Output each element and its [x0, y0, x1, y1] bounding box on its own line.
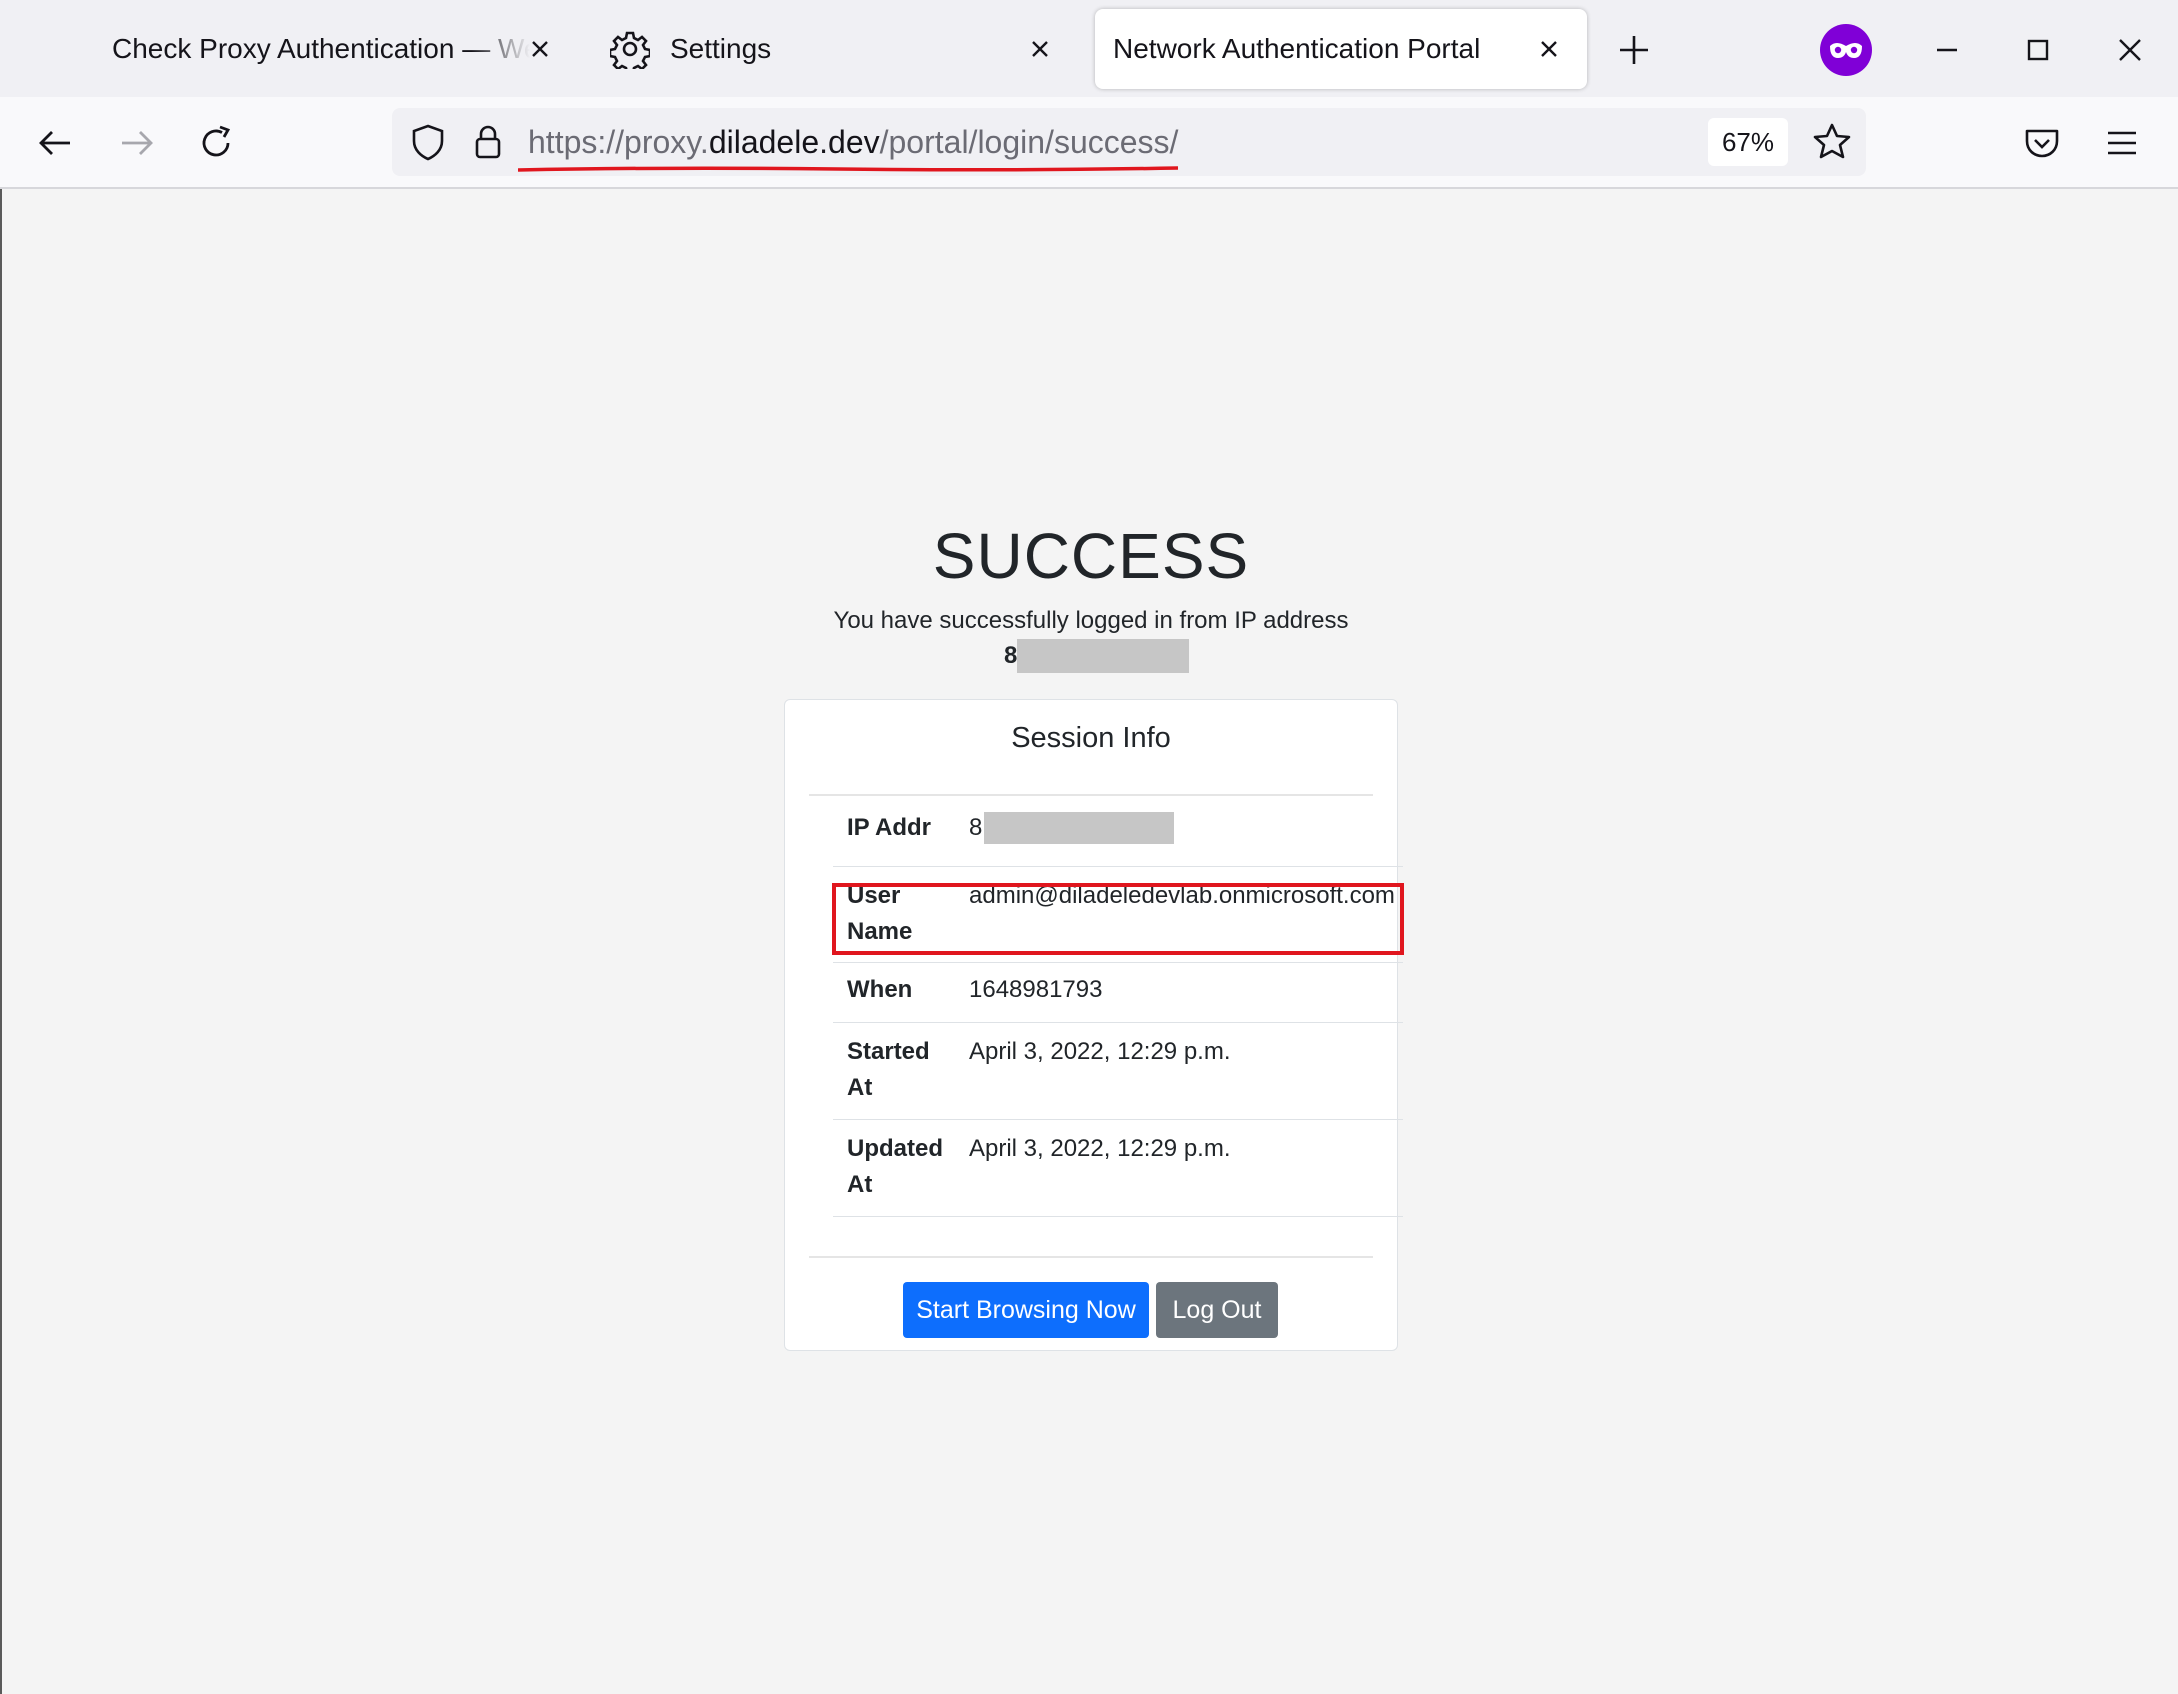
row-label: IP Addr — [847, 814, 932, 841]
bookmark-star-icon[interactable] — [1810, 120, 1854, 164]
ip-value-digit: 8 — [969, 814, 983, 841]
forward-arrow-icon[interactable] — [114, 121, 158, 165]
client-ip-address: 8 — [1004, 639, 1190, 673]
pocket-icon[interactable] — [2020, 121, 2064, 165]
log-out-button[interactable]: Log Out — [1156, 1282, 1278, 1338]
navigation-toolbar: https://proxy.diladele.dev/portal/login/… — [0, 97, 2178, 189]
close-icon[interactable] — [524, 33, 556, 65]
ip-redaction — [1017, 639, 1190, 673]
ip-visible-digit: 8 — [1004, 642, 1018, 669]
ip-redaction — [984, 812, 1175, 844]
url-prefix: https://proxy. — [528, 124, 709, 160]
maximize-icon[interactable] — [2018, 30, 2058, 70]
url-host: diladele.dev — [708, 124, 880, 160]
tab-strip: Check Proxy Authentication — Web Setting… — [0, 0, 2178, 97]
session-row-when: When 1648981793 — [833, 962, 1403, 1023]
new-tab-plus-icon[interactable] — [1614, 30, 1654, 70]
tab-check-proxy[interactable]: Check Proxy Authentication — Web — [84, 9, 574, 89]
session-info-card: Session Info IP Addr 8 User Name admin@d… — [784, 699, 1403, 1351]
hamburger-menu-icon[interactable] — [2100, 121, 2144, 165]
tracking-protection-shield-icon[interactable] — [408, 122, 448, 162]
window-close-icon[interactable] — [2110, 30, 2150, 70]
address-bar[interactable]: https://proxy.diladele.dev/portal/login/… — [392, 108, 1866, 176]
zoom-level-badge[interactable]: 67% — [1708, 118, 1788, 166]
tab-title: Settings — [670, 33, 772, 64]
gear-icon — [610, 31, 650, 69]
tab-title: Check Proxy Authentication — Web — [112, 33, 530, 64]
success-message: You have successfully logged in from IP … — [833, 607, 1349, 634]
session-row-updated-at: Updated At April 3, 2022, 12:29 p.m. — [833, 1119, 1403, 1217]
close-icon[interactable] — [1024, 33, 1056, 65]
reload-icon[interactable] — [194, 121, 238, 165]
url-path: /portal/login/success/ — [879, 124, 1179, 160]
row-label: Updated At — [847, 1135, 943, 1198]
session-row-ip: IP Addr 8 — [833, 796, 1403, 867]
card-header: Session Info — [1011, 722, 1171, 754]
tab-settings[interactable]: Settings — [598, 9, 1078, 89]
url-text[interactable]: https://proxy.diladele.dev/portal/login/… — [528, 116, 1178, 168]
lock-icon[interactable] — [468, 122, 508, 162]
row-value: 8 — [969, 810, 1175, 846]
tab-title: Network Authentication Portal — [1113, 33, 1481, 64]
page-viewport: SUCCESS You have successfully logged in … — [0, 189, 2178, 1694]
session-row-started-at: Started At April 3, 2022, 12:29 p.m. — [833, 1022, 1403, 1120]
page-title: SUCCESS — [932, 520, 1250, 592]
row-label: When — [847, 976, 913, 1003]
row-label: Started At — [847, 1038, 930, 1101]
private-browsing-mask-icon[interactable] — [1820, 24, 1872, 76]
minimize-icon[interactable] — [1927, 30, 1967, 70]
url-annotation-underline — [518, 166, 1178, 172]
row-value: April 3, 2022, 12:29 p.m. — [969, 1038, 1231, 1065]
close-icon[interactable] — [1533, 33, 1565, 65]
start-browsing-button[interactable]: Start Browsing Now — [903, 1282, 1149, 1338]
divider — [809, 1256, 1373, 1258]
row-value: 1648981793 — [969, 976, 1103, 1003]
username-highlight-box — [832, 883, 1404, 955]
row-value: April 3, 2022, 12:29 p.m. — [969, 1135, 1231, 1162]
tab-network-auth-portal[interactable]: Network Authentication Portal — [1095, 9, 1587, 89]
back-arrow-icon[interactable] — [34, 121, 78, 165]
